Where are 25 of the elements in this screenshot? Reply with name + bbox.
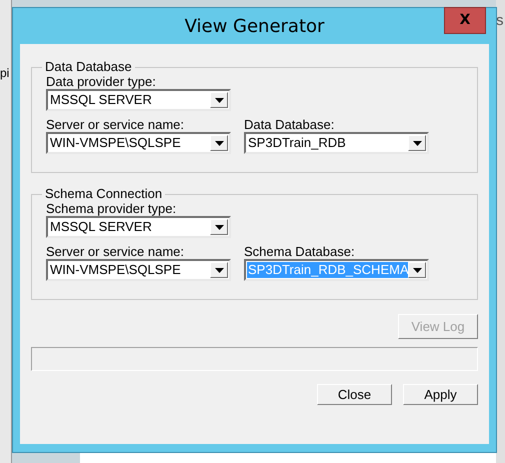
field-label: Data provider type: (46, 74, 157, 89)
field-label: Data Database: (244, 117, 336, 132)
group-title: Data Database (44, 60, 133, 74)
dropdown-field[interactable]: SP3DTrain_RDB (244, 132, 429, 154)
window-close-button[interactable]: X (444, 7, 486, 34)
window-title: View Generator (184, 14, 324, 38)
field-label: Schema provider type: (46, 201, 178, 216)
dialog-button[interactable]: Close (317, 384, 392, 405)
field-label: Server or service name: (46, 117, 185, 132)
caret-icon (214, 224, 224, 230)
background-text: s (496, 11, 504, 31)
field-label: Schema Database: (244, 244, 356, 259)
field-label: Server or service name: (46, 244, 185, 259)
dialog-button[interactable]: Apply (403, 384, 478, 405)
group-title: Schema Connection (44, 187, 164, 201)
caret-icon (412, 140, 422, 146)
dropdown-field[interactable]: WIN-VMSPE\SQLSPE (46, 259, 231, 281)
caret-icon (214, 140, 224, 146)
caret-icon (214, 98, 224, 102)
caret-icon (412, 268, 422, 272)
background-text: pi (0, 65, 10, 82)
dropdown-field[interactable]: MSSQL SERVER (46, 89, 231, 111)
caret-icon (214, 268, 224, 272)
dropdown-field[interactable]: MSSQL SERVER (46, 216, 231, 238)
dropdown-field[interactable]: WIN-VMSPE\SQLSPE (46, 132, 231, 154)
